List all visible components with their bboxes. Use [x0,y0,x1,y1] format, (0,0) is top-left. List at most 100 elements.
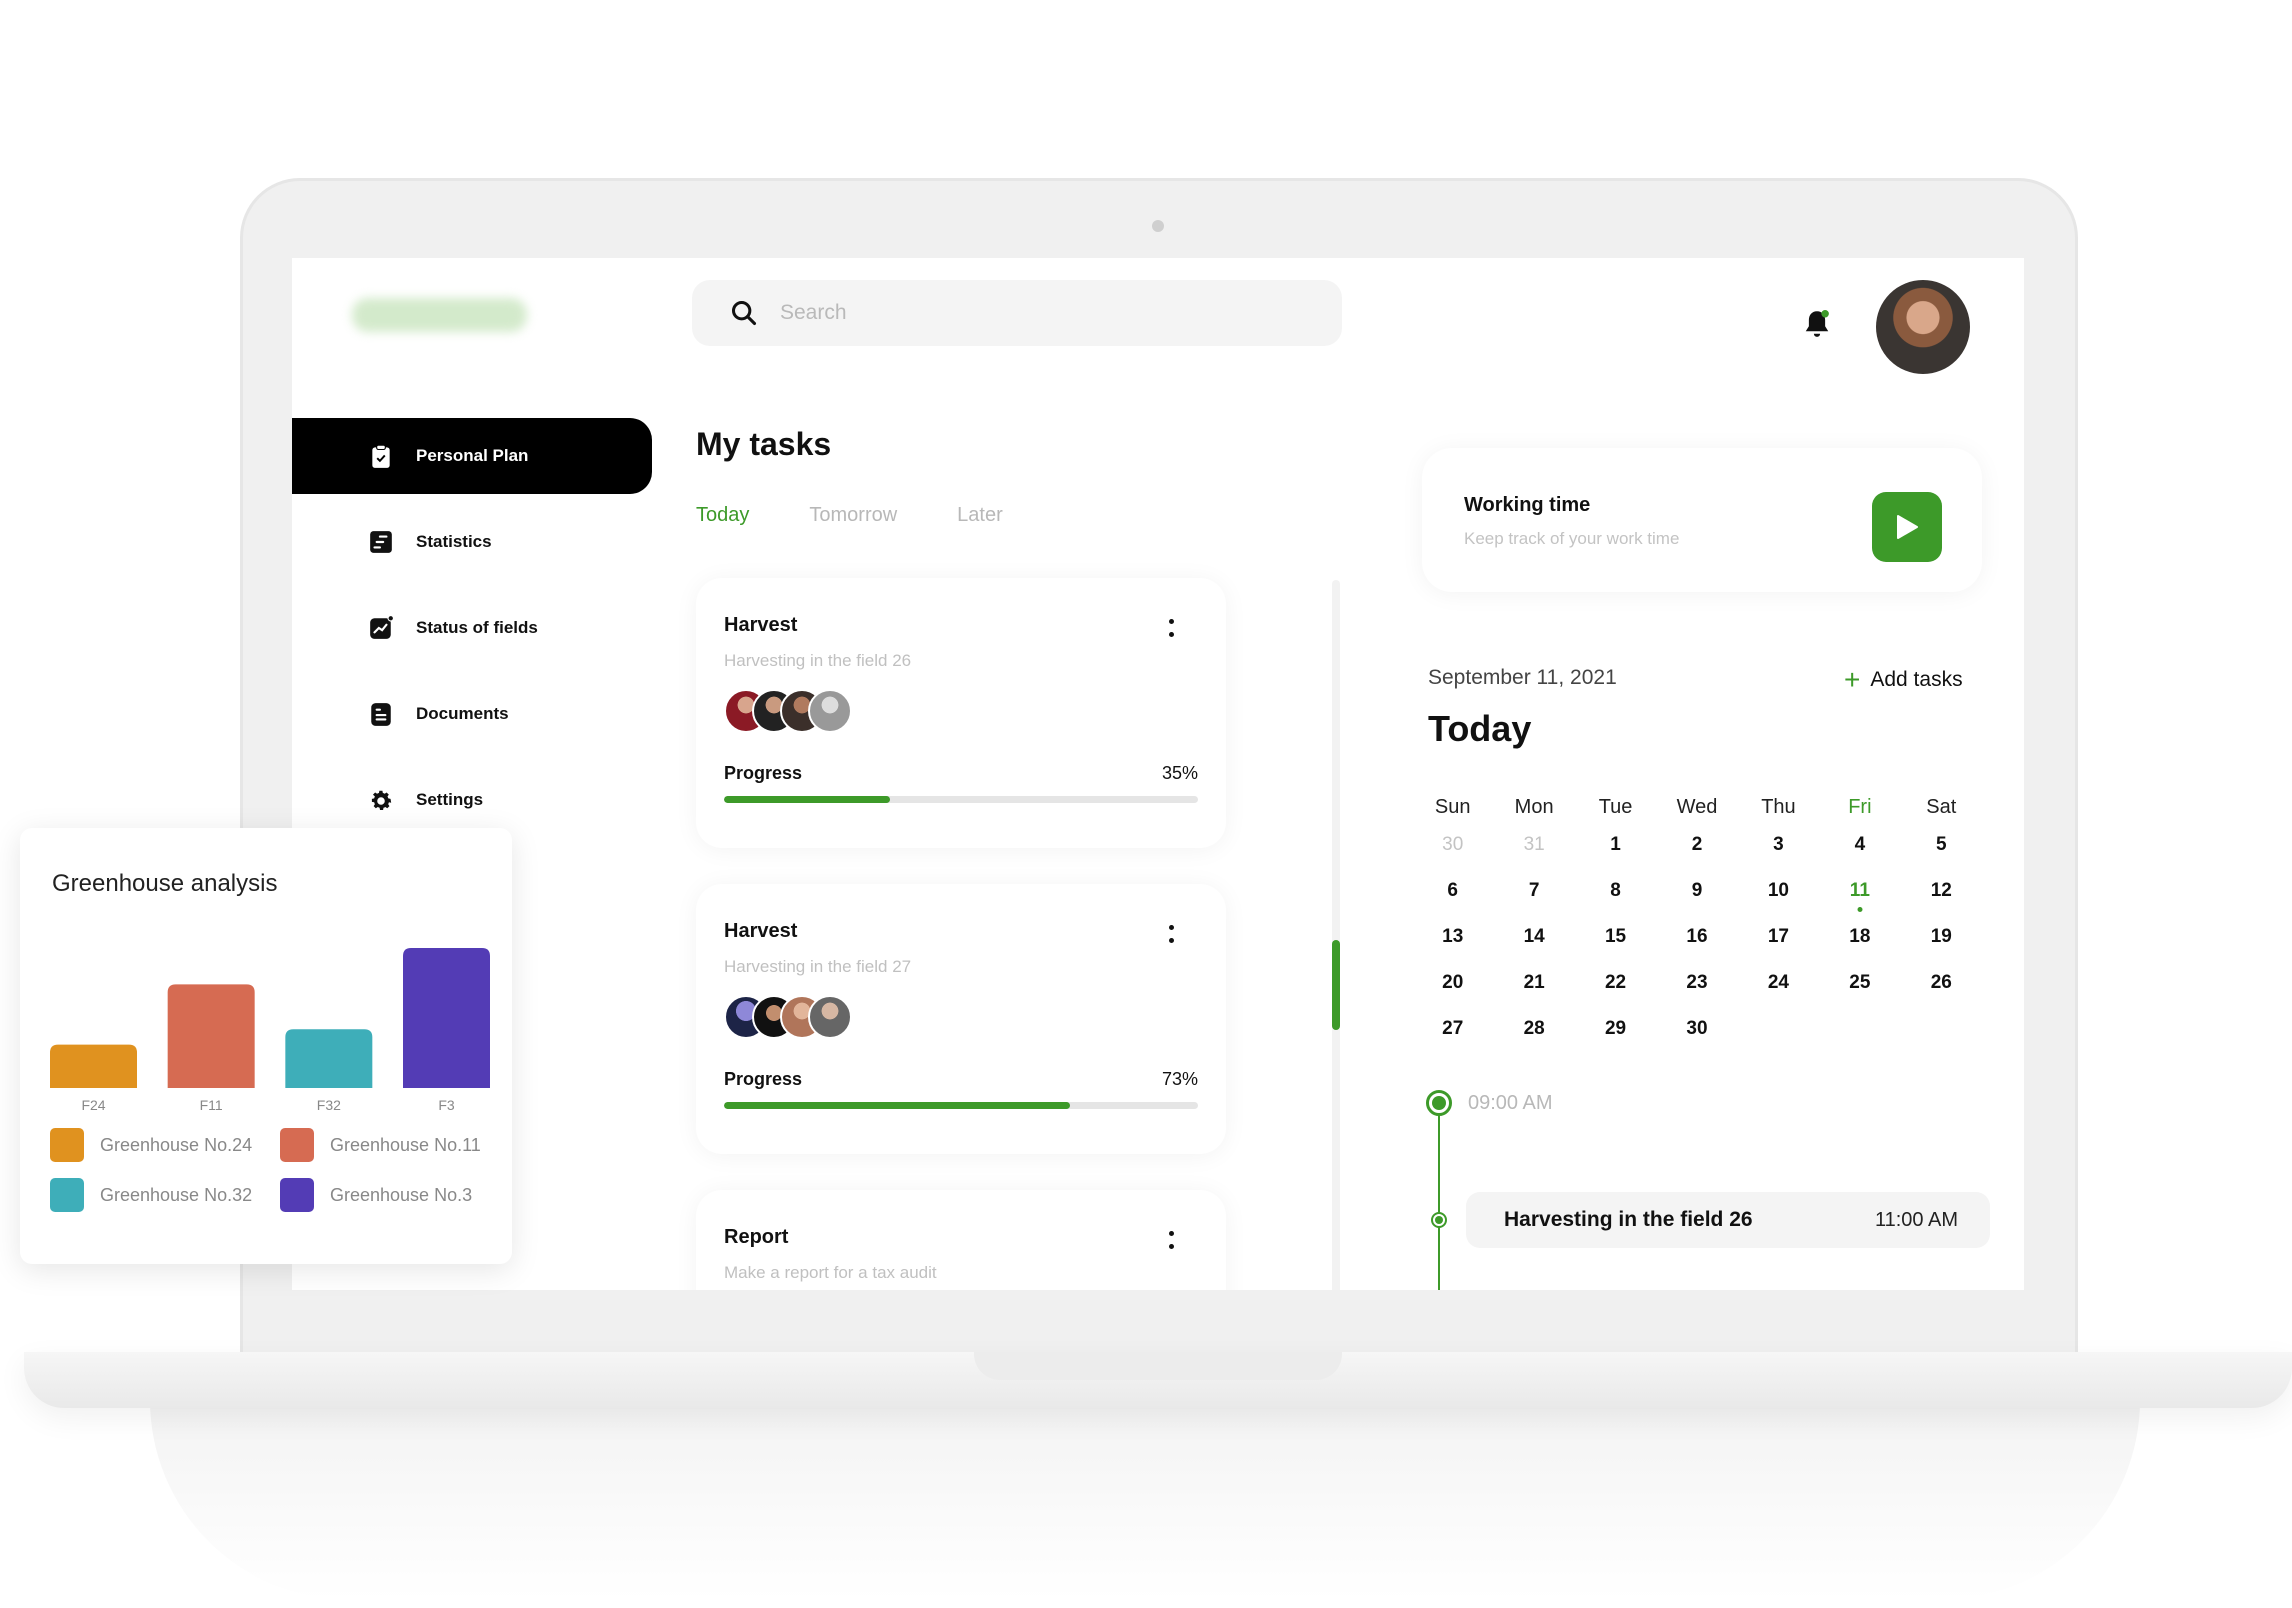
laptop-notch [974,1352,1342,1380]
progress-label: Progress [724,763,803,783]
calendar-day[interactable]: 28 [1493,1018,1574,1064]
bell-icon[interactable] [1802,308,1832,342]
weekday-sat: Sat [1926,796,1957,818]
calendar-day[interactable]: 30 [1412,834,1493,880]
calendar-day[interactable]: 15 [1575,926,1656,972]
sidebar-item-status-of-fields[interactable]: Status of fields [292,590,652,666]
app-screen: Personal Plan Statistics Status of field… [292,258,2024,1290]
progress-fill [724,1102,1071,1109]
progress-label: Progress [724,1069,803,1089]
search-bar[interactable] [692,280,1342,346]
clipboard-check-icon [368,443,394,469]
camera-dot [1152,220,1164,232]
timeline-start-time: 09:00 AM [1468,1092,1553,1114]
greenhouse-bar-chart: F24 F11 F32 F3 [50,948,490,1113]
more-options-icon[interactable] [1166,922,1176,950]
tab-today[interactable]: Today [696,504,749,527]
timeline-event[interactable]: Harvesting in the field 26 11:00 AM [1466,1192,1990,1248]
calendar-empty [1738,1018,1819,1064]
add-tasks-button[interactable]: + Add tasks [1844,666,1963,694]
calendar-day[interactable]: 5 [1901,834,1982,880]
chart-line-icon [368,615,394,641]
calendar-day[interactable]: 7 [1493,880,1574,926]
search-icon [731,300,757,326]
task-card[interactable]: Report Make a report for a tax audit [696,1190,1226,1290]
tab-later[interactable]: Later [957,504,1003,527]
sidebar-item-statistics[interactable]: Statistics [292,504,652,580]
calendar-day[interactable]: 31 [1493,834,1574,880]
calendar-day[interactable]: 1 [1575,834,1656,880]
user-avatar[interactable] [1876,280,1970,374]
task-card[interactable]: Harvest Harvesting in the field 27 Progr… [696,884,1226,1154]
more-options-icon[interactable] [1166,616,1176,644]
sidebar-item-settings[interactable]: Settings [292,762,652,838]
calendar-day[interactable]: 29 [1575,1018,1656,1064]
calendar-day[interactable]: 16 [1656,926,1737,972]
sidebar-item-label: Personal Plan [416,446,529,465]
calendar-week: 13 14 15 16 17 18 19 [1412,926,1982,972]
sidebar-item-documents[interactable]: Documents [292,676,652,752]
assignee-avatars [724,995,1198,1039]
weekday-mon: Mon [1514,796,1554,818]
legend-label: Greenhouse No.32 [100,1184,253,1205]
calendar-day[interactable]: 10 [1738,880,1819,926]
progress-percent: 73% [1161,1069,1198,1089]
calendar-day[interactable]: 18 [1819,926,1900,972]
calendar-week: 27 28 29 30 [1412,1018,1982,1064]
calendar-day[interactable]: 27 [1412,1018,1493,1064]
more-options-icon[interactable] [1166,1228,1176,1256]
progress-bar [724,1102,1198,1109]
calendar-day[interactable]: 9 [1656,880,1737,926]
calendar-day[interactable]: 13 [1412,926,1493,972]
calendar-day[interactable]: 2 [1656,834,1737,880]
task-title: Harvest [724,614,798,636]
event-title: Harvesting in the field 26 [1504,1208,1753,1231]
legend-item: Greenhouse No.3 [280,1178,510,1212]
calendar-day[interactable]: 8 [1575,880,1656,926]
calendar-day[interactable]: 4 [1819,834,1900,880]
legend-swatch [50,1128,84,1162]
task-title: Report [724,1226,789,1248]
calendar-day[interactable]: 22 [1575,972,1656,1018]
calendar-empty [1901,1018,1982,1064]
start-timer-button[interactable] [1872,492,1942,562]
task-scrollbar[interactable] [1332,580,1340,1290]
calendar-day[interactable]: 6 [1412,880,1493,926]
calendar-week: 6 7 8 9 10 11 12 [1412,880,1982,926]
bar-f11 [167,984,255,1088]
sidebar-item-label: Status of fields [416,618,538,637]
legend-swatch [280,1178,314,1212]
calendar-day[interactable]: 3 [1738,834,1819,880]
calendar-title: Today [1428,708,1532,749]
calendar-day[interactable]: 17 [1738,926,1819,972]
timeline-start-marker [1426,1090,1452,1116]
sidebar-item-personal-plan[interactable]: Personal Plan [292,418,652,494]
calendar-day[interactable]: 30 [1656,1018,1737,1064]
calendar-empty [1819,1018,1900,1064]
calendar-day[interactable]: 24 [1738,972,1819,1018]
calendar-day[interactable]: 20 [1412,972,1493,1018]
legend-label: Greenhouse No.24 [100,1134,253,1155]
tab-tomorrow[interactable]: Tomorrow [809,504,897,527]
legend-swatch [50,1178,84,1212]
calendar-day[interactable]: 26 [1901,972,1982,1018]
play-icon [1897,515,1918,539]
x-tick-label: F3 [438,1097,455,1113]
logo[interactable] [352,298,527,332]
search-input[interactable] [780,301,1300,325]
calendar-day[interactable]: 19 [1901,926,1982,972]
task-card[interactable]: Harvest Harvesting in the field 26 Progr… [696,578,1226,848]
calendar-day[interactable]: 14 [1493,926,1574,972]
gear-icon [368,787,394,813]
calendar-day[interactable]: 11 [1819,880,1900,926]
assignee-avatars [724,689,1198,733]
calendar-day[interactable]: 12 [1901,880,1982,926]
calendar-day[interactable]: 25 [1819,972,1900,1018]
greenhouse-analysis-card: Greenhouse analysis F24 F11 F32 F3 Greenhou… [20,828,512,1264]
avatar [808,995,852,1039]
calendar-day[interactable]: 21 [1493,972,1574,1018]
timeline-line [1438,1110,1440,1290]
scrollbar-thumb[interactable] [1332,940,1340,1030]
chart-title: Greenhouse analysis [52,870,278,897]
calendar-day[interactable]: 23 [1656,972,1737,1018]
